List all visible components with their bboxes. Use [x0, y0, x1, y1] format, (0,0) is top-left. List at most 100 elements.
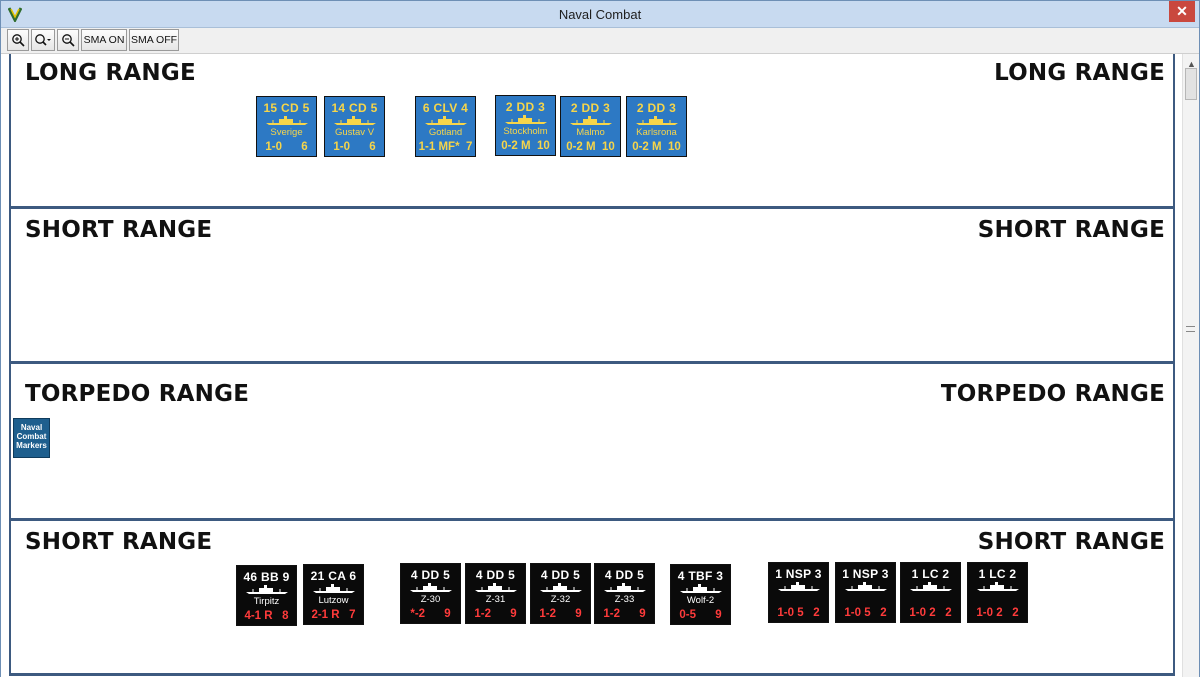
counter-ship-name: Gustav V	[334, 127, 375, 138]
swedish-ship-counter[interactable]: 2 DD 3 Karlsrona 0-2 M 10	[626, 96, 687, 157]
counter-top-stats: 1 NSP 3	[842, 567, 889, 581]
ship-silhouette-icon	[636, 116, 678, 125]
zoom-menu-icon	[35, 34, 51, 46]
german-ship-counter[interactable]: 1 NSP 3 1-0 5 2	[835, 562, 896, 623]
counter-top-stats: 4 TBF 3	[677, 569, 724, 583]
sma-off-button[interactable]: SMA OFF	[129, 29, 179, 51]
counter-bottom-stats: 1-0 2 2	[976, 607, 1019, 619]
sma-on-button[interactable]: SMA ON	[81, 29, 127, 51]
counter-bottom-stats: 0-2 M 10	[566, 141, 615, 153]
counter-top-stats: 2 DD 3	[570, 101, 611, 115]
german-ship-counter[interactable]: 4 DD 5 Z-32 1-2 9	[530, 563, 591, 624]
short-range-label-left: SHORT RANGE	[25, 529, 213, 555]
zoom-out-button[interactable]	[57, 29, 79, 51]
counter-top-stats: 2 DD 3	[505, 100, 546, 114]
counter-top-stats: 6 CLV 4	[422, 101, 469, 115]
zoom-in-button[interactable]	[7, 29, 29, 51]
counter-top-stats: 46 BB 9	[243, 570, 290, 584]
counter-ship-name: Stockholm	[503, 126, 548, 137]
swedish-ship-counter[interactable]: 2 DD 3 Stockholm 0-2 M 10	[495, 95, 556, 156]
counter-top-stats: 4 DD 5	[410, 568, 451, 582]
toolbar: SMA ON SMA OFF	[1, 28, 1199, 54]
naval-combat-board: LONG RANGE LONG RANGE SHORT RANGE SHORT …	[1, 54, 1182, 677]
naval-combat-markers-counter[interactable]: Naval Combat Markers	[13, 418, 50, 458]
ship-silhouette-icon	[334, 116, 376, 125]
ship-silhouette-icon	[313, 584, 355, 593]
german-ship-counter[interactable]: 4 DD 5 Z-30 *-2 9	[400, 563, 461, 624]
ship-silhouette-icon	[910, 582, 952, 591]
ship-silhouette-icon	[570, 116, 612, 125]
short-range-label-right: SHORT RANGE	[977, 217, 1165, 243]
counter-top-stats: 4 DD 5	[475, 568, 516, 582]
short-range-label-left: SHORT RANGE	[25, 217, 213, 243]
counter-ship-name: Lutzow	[318, 595, 349, 606]
ship-silhouette-icon	[425, 116, 467, 125]
torpedo-range-band: TORPEDO RANGE TORPEDO RANGE	[9, 364, 1175, 518]
torpedo-range-label-right: TORPEDO RANGE	[940, 381, 1165, 407]
app-window: Naval Combat ✕ SMA ON SMA OFF LONG RANGE…	[0, 0, 1200, 677]
counter-top-stats: 2 DD 3	[636, 101, 677, 115]
counter-ship-name: Z-33	[614, 594, 635, 605]
counter-ship-name: Z-32	[550, 594, 571, 605]
counter-bottom-stats: 1-0 5 2	[844, 607, 887, 619]
counter-bottom-stats: 4-1 R 8	[244, 610, 289, 622]
german-ship-counter[interactable]: 1 LC 2 1-0 2 2	[967, 562, 1028, 623]
counter-ship-name: Z-31	[485, 594, 506, 605]
ship-silhouette-icon	[266, 116, 308, 125]
counter-ship-name: Sverige	[270, 127, 303, 138]
counter-bottom-stats: 1-0 6	[265, 141, 308, 153]
german-ship-counter[interactable]: 4 DD 5 Z-31 1-2 9	[465, 563, 526, 624]
german-ship-counter[interactable]: 4 TBF 3 Wolf-2 0-5 9	[670, 564, 731, 625]
close-button[interactable]: ✕	[1169, 1, 1195, 22]
counter-top-stats: 4 DD 5	[604, 568, 645, 582]
counter-bottom-stats: 1-0 6	[333, 141, 376, 153]
ship-silhouette-icon	[845, 582, 887, 591]
zoom-select-button[interactable]	[31, 29, 55, 51]
counter-top-stats: 15 CD 5	[263, 101, 310, 115]
zoom-in-icon	[12, 34, 25, 47]
short-range-band-top: SHORT RANGE SHORT RANGE	[9, 209, 1175, 361]
counter-bottom-stats: 1-2 9	[603, 608, 646, 620]
counter-bottom-stats: *-2 9	[410, 608, 451, 620]
counter-bottom-stats: 1-2 9	[474, 608, 517, 620]
counter-ship-name: Malmo	[576, 127, 605, 138]
counter-top-stats: 1 LC 2	[911, 567, 950, 581]
torpedo-range-label-left: TORPEDO RANGE	[25, 381, 250, 407]
german-ship-counter[interactable]: 1 LC 2 1-0 2 2	[900, 562, 961, 623]
band-divider	[9, 673, 1175, 676]
swedish-ship-counter[interactable]: 15 CD 5 Sverige 1-0 6	[256, 96, 317, 157]
counter-bottom-stats: 0-2 M 10	[501, 140, 550, 152]
counter-ship-name: Z-30	[420, 594, 441, 605]
scroll-thumb[interactable]	[1185, 68, 1197, 100]
counter-ship-name: Karlsrona	[636, 127, 677, 138]
german-ship-counter[interactable]: 21 CA 6 Lutzow 2-1 R 7	[303, 564, 364, 625]
counter-bottom-stats: 1-1 MF* 7	[418, 141, 473, 153]
long-range-label-right: LONG RANGE	[994, 60, 1165, 86]
counter-bottom-stats: 1-0 2 2	[909, 607, 952, 619]
counter-top-stats: 4 DD 5	[540, 568, 581, 582]
german-ship-counter[interactable]: 1 NSP 3 1-0 5 2	[768, 562, 829, 623]
counter-ship-name: Wolf-2	[686, 595, 715, 606]
german-ship-counter[interactable]: 46 BB 9 Tirpitz 4-1 R 8	[236, 565, 297, 626]
german-ship-counter[interactable]: 4 DD 5 Z-33 1-2 9	[594, 563, 655, 624]
ship-silhouette-icon	[680, 584, 722, 593]
counter-bottom-stats: 0-5 9	[679, 609, 722, 621]
counter-top-stats: 14 CD 5	[331, 101, 378, 115]
ship-silhouette-icon	[410, 583, 452, 592]
swedish-ship-counter[interactable]: 14 CD 5 Gustav V 1-0 6	[324, 96, 385, 157]
swedish-ship-counter[interactable]: 2 DD 3 Malmo 0-2 M 10	[560, 96, 621, 157]
ship-silhouette-icon	[475, 583, 517, 592]
vertical-scrollbar[interactable]: ▲	[1182, 54, 1199, 677]
scroll-grip-icon[interactable]	[1186, 326, 1195, 332]
title-bar: Naval Combat ✕	[1, 1, 1199, 28]
swedish-ship-counter[interactable]: 6 CLV 4 Gotland 1-1 MF* 7	[415, 96, 476, 157]
counter-ship-name: Tirpitz	[253, 596, 280, 607]
ship-silhouette-icon	[505, 115, 547, 124]
counter-top-stats: 1 LC 2	[978, 567, 1017, 581]
counter-ship-name: Gotland	[428, 127, 463, 138]
counter-bottom-stats: 2-1 R 7	[311, 609, 356, 621]
counter-top-stats: 21 CA 6	[310, 569, 357, 583]
short-range-label-right: SHORT RANGE	[977, 529, 1165, 555]
counter-top-stats: 1 NSP 3	[775, 567, 822, 581]
ship-silhouette-icon	[977, 582, 1019, 591]
